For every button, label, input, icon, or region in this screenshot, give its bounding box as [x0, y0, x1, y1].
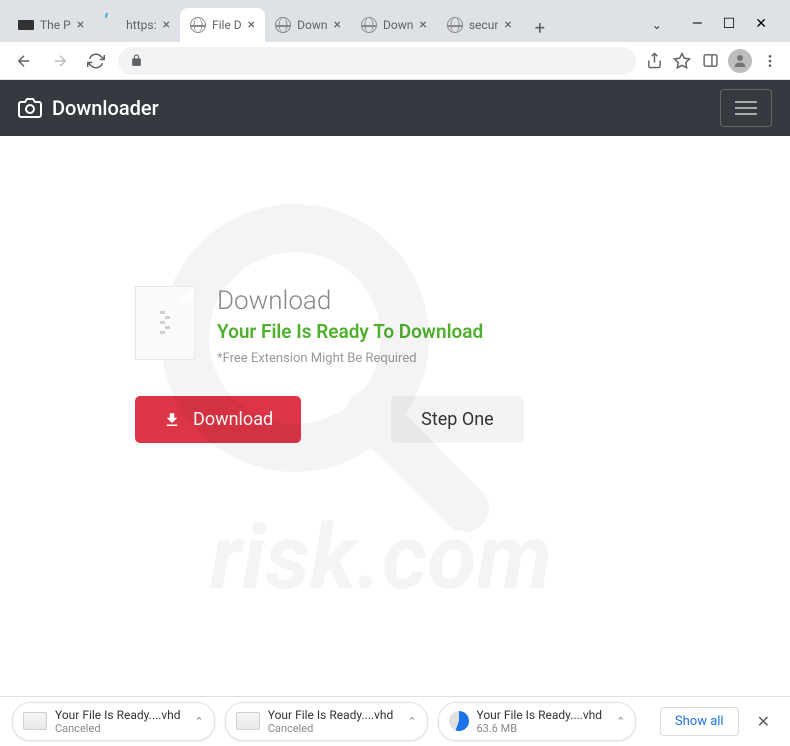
tab-title: secur: [469, 18, 499, 32]
maximize-button[interactable]: ☐: [723, 16, 736, 32]
card-text: Download Your File Is Ready To Download …: [217, 286, 483, 366]
download-item[interactable]: Your File Is Ready....vhd Canceled ⌃: [225, 702, 428, 742]
favicon-icon: ': [104, 17, 120, 33]
tab-title: Down: [383, 18, 413, 32]
favicon-icon: [18, 20, 34, 30]
card-heading: Download: [217, 286, 483, 316]
close-window-button[interactable]: ✕: [755, 16, 767, 32]
globe-icon: [190, 17, 206, 33]
minimize-button[interactable]: —: [692, 16, 703, 32]
download-status: 63.6 MB: [477, 722, 603, 735]
svg-text:risk.com: risk.com: [210, 505, 552, 608]
show-all-button[interactable]: Show all: [660, 707, 739, 736]
file-zip-icon: [135, 286, 195, 360]
close-icon[interactable]: ×: [248, 17, 255, 33]
card-info: Download Your File Is Ready To Download …: [135, 286, 655, 366]
close-icon[interactable]: ×: [77, 17, 84, 33]
lock-icon: [130, 54, 143, 67]
address-bar: [0, 42, 790, 80]
disk-icon: [236, 712, 260, 730]
forward-button[interactable]: [46, 47, 74, 75]
reload-button[interactable]: [82, 47, 110, 75]
browser-tab[interactable]: Down ×: [351, 8, 437, 42]
browser-tab[interactable]: ' https: ×: [94, 8, 180, 42]
window-controls: — ☐ ✕: [677, 16, 782, 42]
tab-title: The P: [40, 18, 71, 32]
browser-titlebar: The P × ' https: × File D × Down × Down …: [0, 0, 790, 42]
globe-icon: [275, 17, 291, 33]
brand[interactable]: Downloader: [18, 96, 159, 120]
chevron-up-icon[interactable]: ⌃: [195, 715, 204, 728]
close-downloads-bar-button[interactable]: ✕: [749, 712, 778, 731]
chevron-up-icon[interactable]: ⌃: [616, 715, 625, 728]
download-status: Canceled: [268, 722, 394, 735]
card-actions: Download Step One: [135, 396, 655, 443]
sidepanel-icon[interactable]: [700, 51, 720, 71]
close-icon[interactable]: ×: [419, 17, 426, 33]
browser-tab-active[interactable]: File D ×: [180, 8, 265, 42]
download-item[interactable]: Your File Is Ready....vhd Canceled ⌃: [12, 702, 215, 742]
hamburger-menu-button[interactable]: [720, 89, 772, 127]
browser-tab[interactable]: secur ×: [437, 8, 522, 42]
download-filename: Your File Is Ready....vhd: [268, 708, 394, 722]
new-tab-button[interactable]: +: [526, 14, 554, 42]
chevron-up-icon[interactable]: ⌃: [407, 715, 416, 728]
browser-tab[interactable]: Down ×: [265, 8, 351, 42]
close-icon[interactable]: ×: [334, 17, 341, 33]
download-button-label: Download: [193, 409, 273, 430]
page-header: Downloader: [0, 80, 790, 136]
card-subheading: Your File Is Ready To Download: [217, 320, 483, 343]
close-icon[interactable]: ×: [504, 17, 511, 33]
download-item[interactable]: Your File Is Ready....vhd 63.6 MB ⌃: [438, 702, 637, 742]
progress-spinner-icon: [449, 711, 469, 731]
bookmark-icon[interactable]: [672, 51, 692, 71]
download-filename: Your File Is Ready....vhd: [55, 708, 181, 722]
download-filename: Your File Is Ready....vhd: [477, 708, 603, 722]
download-button[interactable]: Download: [135, 396, 301, 443]
globe-icon: [361, 17, 377, 33]
brand-text: Downloader: [52, 96, 159, 120]
url-bar[interactable]: [118, 47, 636, 75]
close-icon[interactable]: ×: [162, 17, 169, 33]
menu-icon[interactable]: [760, 51, 780, 71]
step-one-button[interactable]: Step One: [391, 396, 524, 443]
tab-title: Down: [297, 18, 327, 32]
back-button[interactable]: [10, 47, 38, 75]
download-status: Canceled: [55, 722, 181, 735]
tabs-container: The P × ' https: × File D × Down × Down …: [8, 8, 652, 42]
hamburger-icon: [735, 101, 757, 115]
downloads-bar: Your File Is Ready....vhd Canceled ⌃ You…: [0, 696, 790, 746]
tab-title: File D: [212, 18, 242, 32]
tab-title: https:: [126, 18, 156, 32]
browser-tab[interactable]: The P ×: [8, 8, 94, 42]
page-content: risk.com Download Your File Is Ready To …: [0, 136, 790, 664]
download-card: Download Your File Is Ready To Download …: [135, 286, 655, 443]
tabs-dropdown-icon[interactable]: ⌄: [652, 18, 662, 42]
disk-icon: [23, 712, 47, 730]
camera-icon: [18, 96, 42, 120]
profile-avatar[interactable]: [728, 49, 752, 73]
share-icon[interactable]: [644, 51, 664, 71]
globe-icon: [447, 17, 463, 33]
download-icon: [163, 411, 181, 429]
card-note: *Free Extension Might Be Required: [217, 351, 483, 366]
